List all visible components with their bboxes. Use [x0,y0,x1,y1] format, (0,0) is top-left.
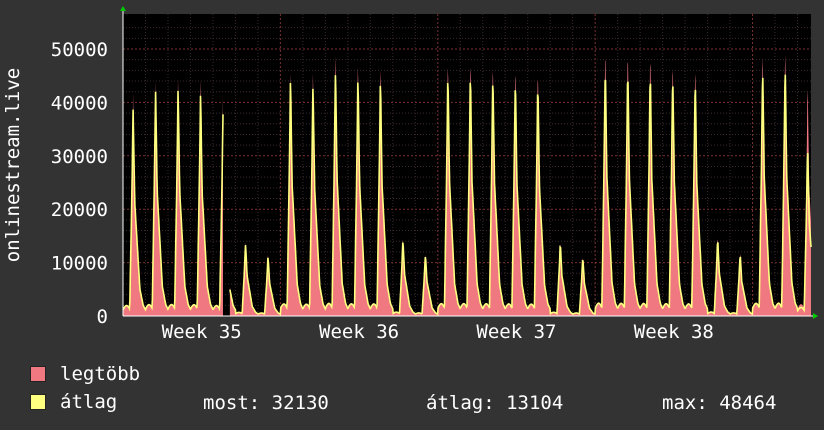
y-tick-label: 0 [97,306,108,328]
x-tick-label: Week 37 [476,321,556,343]
x-tick-label: Week 35 [162,321,242,343]
legend-max: legtöbb [30,363,141,385]
legend-max-swatch [30,366,46,382]
y-tick-label: 10000 [51,253,108,275]
y-axis-arrow [120,6,126,11]
legend-avg-swatch [30,394,46,410]
legend-avg: átlag [30,391,118,413]
x-tick-label: Week 38 [634,321,714,343]
y-tick-label: 40000 [51,92,108,114]
y-tick-label: 30000 [51,146,108,168]
legend-max-label: legtöbb [60,363,141,385]
y-tick-label: 50000 [51,39,108,61]
y-axis-title: onlinestream.live [2,68,24,262]
x-axis-arrow [813,313,818,319]
stat-maximum: max: 48464 [662,392,777,414]
stat-current: most: 32130 [203,392,329,414]
y-tick-label: 20000 [51,199,108,221]
stat-average: átlag: 13104 [426,392,564,414]
legend-avg-label: átlag [60,391,118,413]
x-tick-label: Week 36 [319,321,399,343]
